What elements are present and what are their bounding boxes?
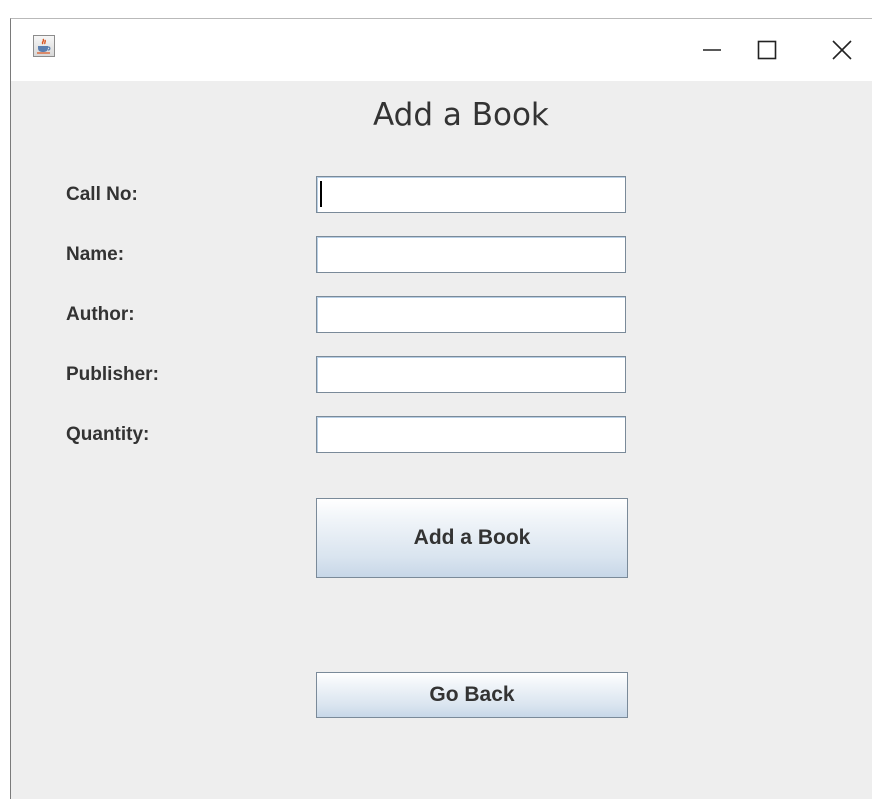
go-back-button[interactable]: Go Back (316, 672, 628, 718)
name-input[interactable] (316, 236, 626, 273)
add-book-button-label: Add a Book (413, 526, 531, 549)
go-back-button-label: Go Back (429, 683, 515, 706)
quantity-input[interactable] (316, 416, 626, 453)
author-input[interactable] (316, 296, 626, 333)
page-title: Add a Book (373, 97, 549, 133)
add-book-button[interactable]: Add a Book (316, 498, 628, 578)
java-coffee-cup-icon[interactable] (33, 35, 55, 57)
call-no-field-wrapper (316, 176, 626, 213)
close-button[interactable] (811, 19, 872, 81)
maximize-button[interactable] (736, 19, 798, 81)
app-window: Add a Book Call No: Name: Author: Publis… (10, 18, 872, 799)
author-label: Author: (66, 304, 135, 325)
publisher-label: Publisher: (66, 364, 159, 385)
close-icon (832, 40, 852, 60)
quantity-label: Quantity: (66, 424, 150, 445)
publisher-input[interactable] (316, 356, 626, 393)
call-no-label: Call No: (66, 184, 138, 205)
call-no-input[interactable] (316, 176, 626, 213)
minimize-icon (703, 49, 721, 51)
text-caret (320, 181, 322, 207)
maximize-icon (757, 40, 777, 60)
minimize-button[interactable] (681, 19, 743, 81)
name-label: Name: (66, 244, 125, 265)
content-panel: Add a Book Call No: Name: Author: Publis… (11, 81, 872, 799)
title-bar[interactable] (11, 19, 872, 81)
